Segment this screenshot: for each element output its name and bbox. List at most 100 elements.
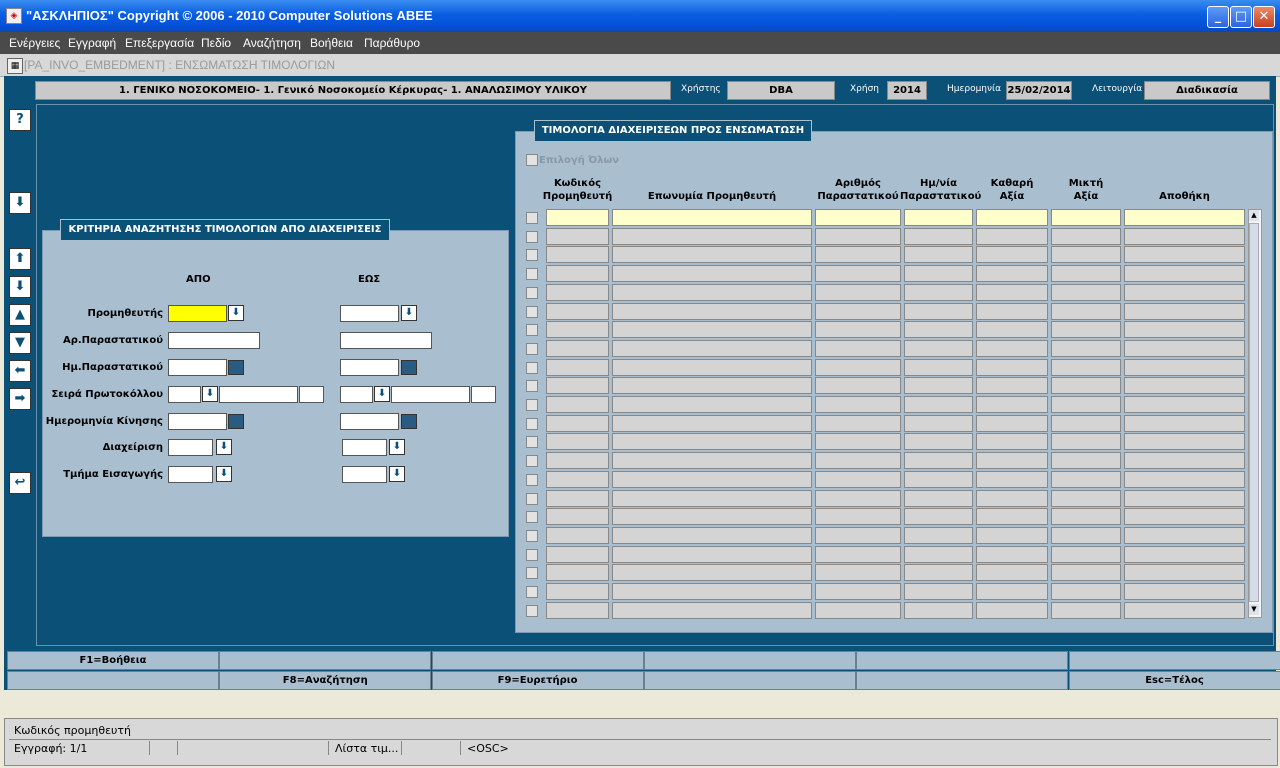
- table-cell[interactable]: [546, 508, 609, 526]
- row-select-checkbox[interactable]: [526, 268, 538, 281]
- table-cell[interactable]: [815, 246, 901, 264]
- table-cell[interactable]: [1124, 583, 1245, 600]
- function-key-button[interactable]: [643, 651, 856, 670]
- table-cell[interactable]: [815, 227, 901, 245]
- table-cell[interactable]: [612, 227, 812, 245]
- management-from-input[interactable]: [168, 439, 213, 456]
- table-cell[interactable]: [612, 564, 812, 582]
- move-date-to-calendar-icon[interactable]: [401, 414, 417, 429]
- table-cell[interactable]: [1051, 302, 1121, 320]
- table-cell[interactable]: [976, 583, 1048, 600]
- table-cell[interactable]: [815, 302, 901, 320]
- doc-number-from-input[interactable]: [168, 332, 260, 349]
- table-cell[interactable]: [546, 489, 609, 507]
- management-to-lov-icon[interactable]: ⬇: [389, 439, 405, 455]
- menu-help[interactable]: Βοήθεια: [310, 36, 353, 50]
- table-cell[interactable]: [815, 339, 901, 357]
- menu-window[interactable]: Παράθυρο: [364, 36, 420, 50]
- title-bar[interactable]: ◈ "ΑΣΚΛΗΠΙΟΣ" Copyright © 2006 - 2010 Co…: [0, 0, 1280, 32]
- table-cell[interactable]: [546, 601, 609, 619]
- row-select-checkbox[interactable]: [526, 529, 538, 542]
- table-cell[interactable]: [815, 489, 901, 507]
- table-cell[interactable]: [546, 396, 609, 413]
- row-select-checkbox[interactable]: [526, 548, 538, 561]
- table-cell[interactable]: [976, 526, 1048, 544]
- table-cell[interactable]: [815, 564, 901, 582]
- function-key-button[interactable]: F1=Βοήθεια: [7, 651, 219, 670]
- table-cell[interactable]: [904, 489, 973, 507]
- table-cell[interactable]: [612, 545, 812, 563]
- next-record-icon[interactable]: ▼: [9, 332, 31, 354]
- table-cell[interactable]: [612, 377, 812, 395]
- table-cell[interactable]: [612, 414, 812, 432]
- table-cell[interactable]: [1051, 508, 1121, 526]
- table-cell[interactable]: [1051, 452, 1121, 470]
- doc-date-from-calendar-icon[interactable]: [228, 360, 244, 375]
- row-select-checkbox[interactable]: [526, 473, 538, 486]
- table-cell[interactable]: [815, 396, 901, 413]
- table-cell[interactable]: [904, 265, 973, 283]
- table-cell[interactable]: [612, 321, 812, 339]
- supplier-to-lov-icon[interactable]: ⬇: [401, 305, 417, 321]
- doc-number-to-input[interactable]: [340, 332, 432, 349]
- row-select-checkbox[interactable]: [526, 455, 538, 468]
- supplier-from-input[interactable]: [168, 305, 227, 322]
- table-cell[interactable]: [1124, 526, 1245, 544]
- menu-field[interactable]: Πεδίο: [201, 36, 231, 50]
- row-select-checkbox[interactable]: [526, 511, 538, 524]
- table-cell[interactable]: [1124, 209, 1245, 226]
- table-cell[interactable]: [904, 377, 973, 395]
- table-cell[interactable]: [1051, 433, 1121, 451]
- table-cell[interactable]: [1051, 265, 1121, 283]
- table-cell[interactable]: [815, 601, 901, 619]
- table-cell[interactable]: [612, 209, 812, 226]
- function-key-button[interactable]: [856, 671, 1069, 690]
- table-cell[interactable]: [612, 526, 812, 544]
- table-cell[interactable]: [612, 433, 812, 451]
- import-dept-to-input[interactable]: [342, 466, 387, 483]
- protocol-from-number-input[interactable]: [299, 386, 324, 403]
- table-cell[interactable]: [612, 358, 812, 376]
- row-select-checkbox[interactable]: [526, 399, 538, 411]
- scroll-up-icon[interactable]: ▲: [1249, 210, 1259, 221]
- table-cell[interactable]: [976, 414, 1048, 432]
- management-to-input[interactable]: [342, 439, 387, 456]
- function-key-button[interactable]: Esc=Τέλος: [1068, 671, 1280, 690]
- table-cell[interactable]: [976, 321, 1048, 339]
- protocol-from-lov-icon[interactable]: ⬇: [202, 386, 218, 402]
- table-cell[interactable]: [815, 265, 901, 283]
- table-cell[interactable]: [904, 209, 973, 226]
- table-cell[interactable]: [1051, 583, 1121, 600]
- move-date-from-input[interactable]: [168, 413, 227, 430]
- table-cell[interactable]: [1051, 246, 1121, 264]
- menu-search[interactable]: Αναζήτηση: [243, 36, 301, 50]
- table-cell[interactable]: [612, 583, 812, 600]
- table-cell[interactable]: [612, 470, 812, 488]
- table-cell[interactable]: [1051, 358, 1121, 376]
- table-cell[interactable]: [976, 470, 1048, 488]
- help-button[interactable]: ?: [9, 109, 31, 131]
- table-cell[interactable]: [976, 433, 1048, 451]
- table-cell[interactable]: [976, 227, 1048, 245]
- row-select-checkbox[interactable]: [526, 492, 538, 505]
- table-cell[interactable]: [1124, 377, 1245, 395]
- table-cell[interactable]: [546, 433, 609, 451]
- table-cell[interactable]: [904, 583, 973, 600]
- import-dept-from-lov-icon[interactable]: ⬇: [216, 466, 232, 482]
- table-cell[interactable]: [976, 489, 1048, 507]
- table-cell[interactable]: [1051, 564, 1121, 582]
- table-cell[interactable]: [546, 339, 609, 357]
- row-select-checkbox[interactable]: [526, 230, 538, 243]
- download-arrow-icon[interactable]: ⬇: [9, 192, 31, 214]
- row-select-checkbox[interactable]: [526, 567, 538, 580]
- function-key-button[interactable]: [431, 651, 644, 670]
- table-cell[interactable]: [976, 452, 1048, 470]
- table-cell[interactable]: [546, 246, 609, 264]
- table-cell[interactable]: [976, 265, 1048, 283]
- table-cell[interactable]: [1124, 283, 1245, 301]
- table-cell[interactable]: [815, 508, 901, 526]
- management-from-lov-icon[interactable]: ⬇: [216, 439, 232, 455]
- table-cell[interactable]: [612, 246, 812, 264]
- protocol-to-series-input[interactable]: [340, 386, 373, 403]
- protocol-from-series-input[interactable]: [168, 386, 201, 403]
